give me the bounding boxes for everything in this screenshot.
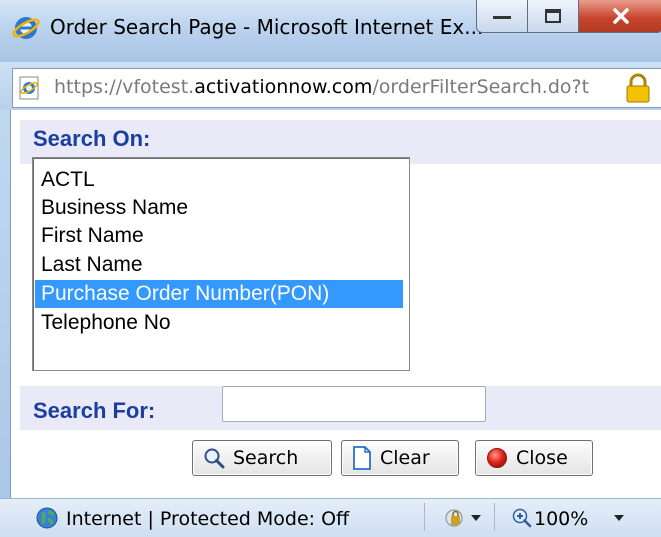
- search-button[interactable]: Search: [192, 440, 332, 476]
- status-separator: [424, 503, 425, 531]
- maximize-button[interactable]: [527, 0, 579, 33]
- page-icon: [19, 76, 39, 100]
- search-for-label: Search For:: [33, 398, 156, 423]
- search-on-listbox[interactable]: ACTL Business Name First Name Last Name …: [32, 157, 410, 371]
- internet-explorer-icon: [12, 17, 40, 39]
- list-item-purchase-order-number[interactable]: Purchase Order Number(PON): [35, 280, 403, 308]
- minimize-button[interactable]: [476, 0, 528, 33]
- lock-icon[interactable]: [624, 73, 652, 103]
- magnifier-icon: [204, 448, 225, 469]
- url-prefix: https://vfotest.: [54, 76, 195, 98]
- status-separator: [494, 503, 495, 531]
- close-window-button[interactable]: [578, 0, 661, 33]
- red-circle-icon: [487, 448, 507, 468]
- blank-page-icon: [353, 446, 371, 470]
- browser-window: Order Search Page - Microsoft Internet E…: [0, 0, 661, 537]
- url-domain: activationnow.com: [194, 76, 373, 98]
- close-button[interactable]: Close: [475, 440, 593, 476]
- zoom-level[interactable]: 100%: [534, 508, 588, 530]
- status-zone-text: Internet | Protected Mode: Off: [66, 508, 350, 530]
- zoom-icon[interactable]: [512, 508, 532, 528]
- list-item-business-name[interactable]: Business Name: [35, 194, 403, 222]
- search-on-label: Search On:: [33, 126, 151, 151]
- security-zone-icon[interactable]: [442, 507, 466, 529]
- list-item-first-name[interactable]: First Name: [35, 222, 403, 250]
- close-button-label: Close: [516, 447, 568, 469]
- clear-button[interactable]: Clear: [341, 440, 459, 476]
- search-button-label: Search: [233, 447, 299, 469]
- url-path: /orderFilterSearch.do?t: [372, 76, 590, 98]
- close-icon: [612, 8, 629, 24]
- search-for-input[interactable]: [222, 386, 486, 422]
- minimize-icon: [493, 16, 511, 19]
- list-item-last-name[interactable]: Last Name: [35, 251, 403, 279]
- zone-dropdown-arrow-icon[interactable]: [471, 515, 481, 521]
- clear-button-label: Clear: [380, 447, 430, 469]
- list-item-actl[interactable]: ACTL: [35, 166, 403, 194]
- maximize-icon: [545, 9, 561, 23]
- list-item-telephone-no[interactable]: Telephone No: [35, 309, 403, 337]
- globe-icon: [36, 507, 58, 529]
- url-text[interactable]: https://vfotest.activationnow.com/orderF…: [54, 76, 589, 98]
- window-title: Order Search Page - Microsoft Internet E…: [50, 15, 484, 39]
- zoom-dropdown-arrow-icon[interactable]: [614, 515, 624, 521]
